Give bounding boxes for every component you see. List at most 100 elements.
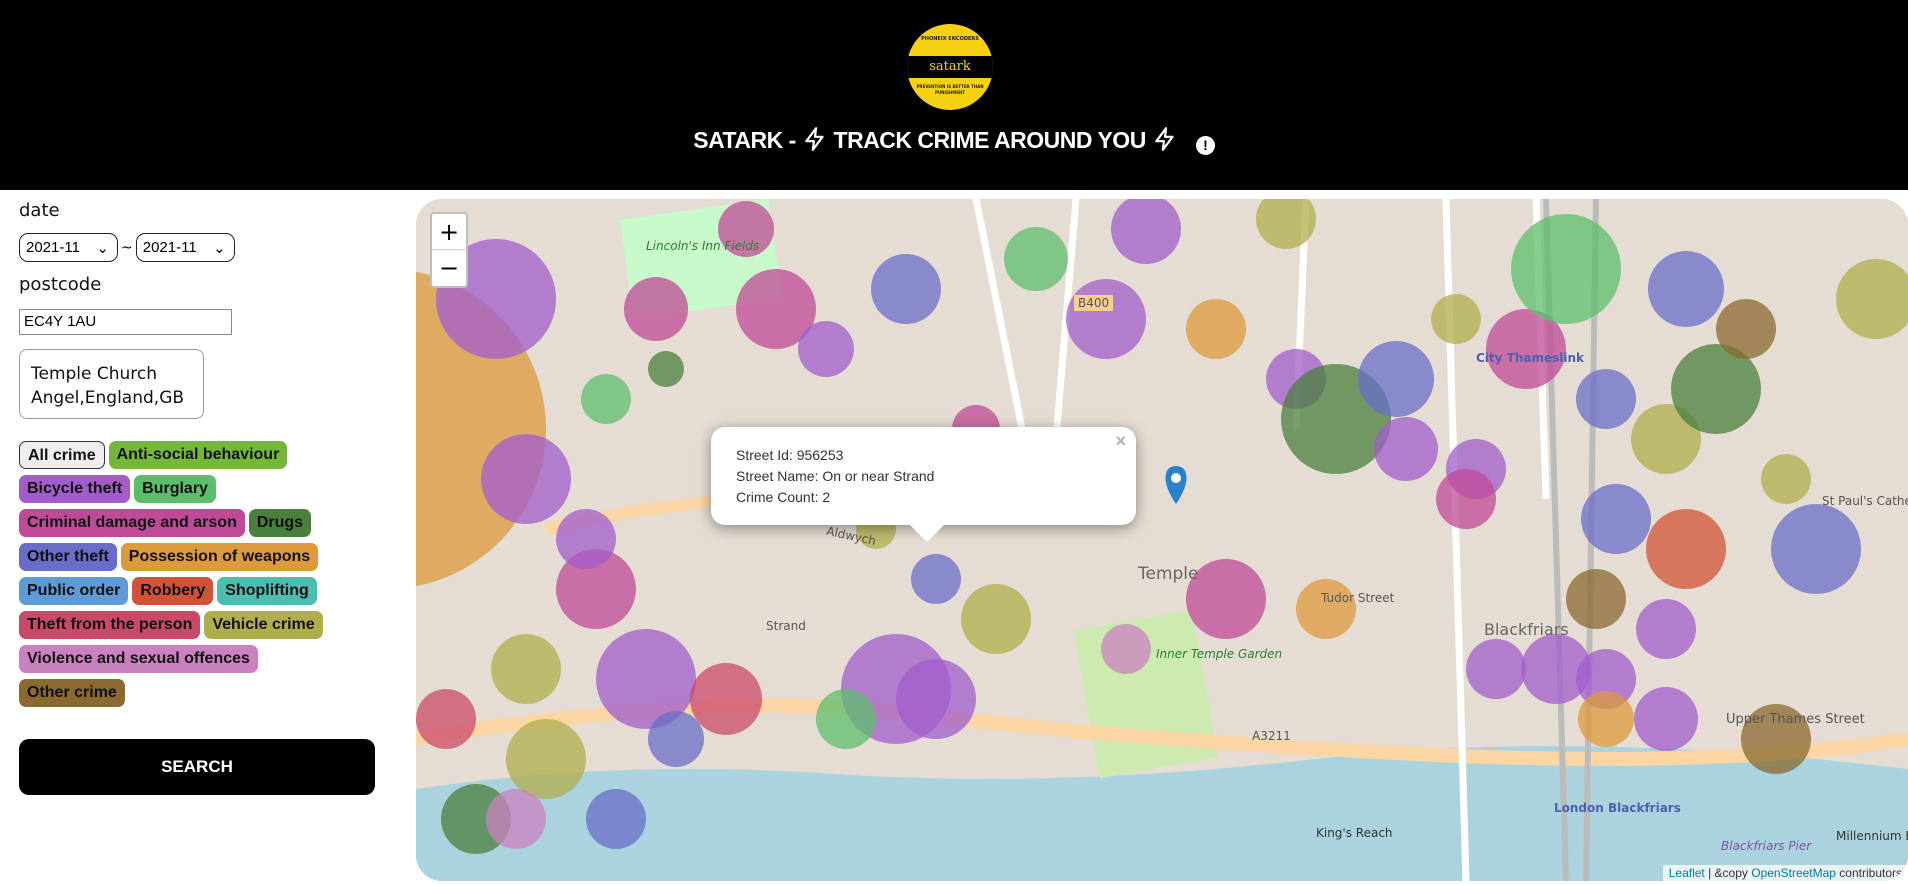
map-label: London Blackfriars (1554, 801, 1681, 815)
crime-circle[interactable] (556, 509, 616, 569)
crime-circle[interactable] (896, 659, 976, 739)
map-label: King's Reach (1316, 826, 1393, 840)
crime-circle[interactable] (1186, 299, 1246, 359)
map-tiles[interactable] (416, 199, 1908, 881)
satark-logo: PHONEIX ENCODERS satark PREVENTION IS BE… (907, 24, 993, 110)
map-label: Strand (766, 619, 806, 633)
crime-category-tag[interactable]: Drugs (248, 509, 312, 537)
map-label: Temple (1138, 564, 1199, 584)
page-title: SATARK - TRACK CRIME AROUND YOU ! (0, 126, 1908, 155)
crime-category-tag[interactable]: Other theft (19, 543, 117, 571)
crime-circle[interactable] (690, 663, 762, 735)
crime-circle[interactable] (1436, 469, 1496, 529)
crime-category-tag[interactable]: Possession of weapons (120, 543, 319, 571)
crime-circle[interactable] (1648, 251, 1724, 327)
crime-circle[interactable] (1511, 214, 1621, 324)
crime-category-tag[interactable]: Burglary (134, 475, 216, 503)
logo-top-text: PHONEIX ENCODERS (921, 36, 979, 42)
crime-circle[interactable] (1771, 504, 1861, 594)
crime-circle[interactable] (1716, 299, 1776, 359)
crime-circle[interactable] (1581, 484, 1651, 554)
map-label: City Thameslink (1476, 351, 1585, 365)
location-line-1: Temple Church (31, 364, 158, 384)
crime-category-tag[interactable]: All crime (19, 441, 105, 469)
crime-circle[interactable] (871, 254, 941, 324)
crime-circle[interactable] (1101, 624, 1151, 674)
crime-map[interactable]: Lincoln's Inn Fields Temple Blackfriars … (416, 199, 1908, 881)
crime-category-tag[interactable]: Shoplifting (217, 577, 317, 605)
crime-circle[interactable] (1761, 454, 1811, 504)
map-label: Upper Thames Street (1726, 712, 1865, 727)
crime-circle[interactable] (1358, 341, 1434, 417)
leaflet-link[interactable]: Leaflet (1669, 866, 1705, 880)
crime-circle[interactable] (1521, 634, 1591, 704)
crime-category-tag[interactable]: Criminal damage and arson (19, 509, 245, 537)
crime-circle[interactable] (506, 719, 586, 799)
crime-circle[interactable] (648, 711, 704, 767)
lightning-icon (1154, 127, 1174, 151)
osm-link[interactable]: OpenStreetMap (1751, 866, 1836, 880)
crime-circle[interactable] (1466, 639, 1526, 699)
zoom-in-button[interactable]: + (432, 214, 466, 250)
crime-circle[interactable] (816, 689, 876, 749)
crime-category-tag[interactable]: Violence and sexual offences (19, 645, 258, 673)
date-from-value: 2021-11 (26, 239, 80, 256)
chevron-down-icon: ⌄ (213, 239, 226, 257)
crime-circle[interactable] (648, 351, 684, 387)
crime-circle[interactable] (624, 277, 688, 341)
crime-circle[interactable] (1374, 417, 1438, 481)
crime-category-tag[interactable]: Anti-social behaviour (108, 441, 288, 469)
header: PHONEIX ENCODERS satark PREVENTION IS BE… (0, 0, 1908, 190)
crime-circle[interactable] (1004, 227, 1068, 291)
map-label: Inner Temple Garden (1156, 647, 1283, 661)
attribution-tail: contributors (1835, 866, 1902, 880)
title-text: TRACK CRIME AROUND YOU (827, 127, 1152, 153)
crime-circle[interactable] (961, 584, 1031, 654)
postcode-label: postcode (19, 274, 102, 295)
map-label: Millennium Bridge (1836, 829, 1908, 843)
search-button[interactable]: SEARCH (19, 739, 375, 795)
crime-category-tag[interactable]: Theft from the person (19, 611, 201, 639)
crime-category-tag[interactable]: Public order (19, 577, 129, 605)
crime-circle[interactable] (1576, 369, 1636, 429)
crime-circle[interactable] (1566, 569, 1626, 629)
close-icon[interactable]: × (1115, 431, 1126, 452)
crime-circle[interactable] (1296, 579, 1356, 639)
logo-band-text: satark (907, 56, 993, 78)
crime-circle[interactable] (1634, 687, 1698, 751)
crime-category-tag[interactable]: Vehicle crime (204, 611, 323, 639)
date-from-select[interactable]: 2021-11 ⌄ (19, 233, 118, 262)
map-label: Blackfriars Pier (1721, 839, 1812, 853)
popup-street-id: Street Id: 956253 (736, 447, 844, 463)
crime-circle[interactable] (911, 554, 961, 604)
chevron-down-icon: ⌄ (96, 239, 109, 257)
date-separator: ~ (121, 239, 133, 256)
crime-circle[interactable] (1636, 599, 1696, 659)
info-icon[interactable]: ! (1195, 136, 1215, 155)
map-label: Tudor Street (1321, 591, 1395, 605)
crime-circle[interactable] (481, 434, 571, 524)
crime-circle[interactable] (1646, 509, 1726, 589)
crime-category-tag[interactable]: Robbery (132, 577, 214, 605)
crime-circle[interactable] (416, 689, 476, 749)
date-to-select[interactable]: 2021-11 ⌄ (135, 233, 235, 262)
crime-circle[interactable] (486, 789, 546, 849)
crime-circle[interactable] (1431, 294, 1481, 344)
crime-circle[interactable] (1578, 691, 1634, 747)
crime-circle[interactable] (798, 321, 854, 377)
postcode-input[interactable]: EC4Y 1AU (19, 309, 232, 335)
zoom-out-button[interactable]: − (432, 250, 466, 286)
map-attribution: Leaflet | &copy OpenStreetMap contributo… (1662, 865, 1908, 881)
crime-circle[interactable] (491, 634, 561, 704)
crime-category-list: All crime Anti-social behaviour Bicycle th… (19, 441, 349, 713)
crime-category-tag[interactable]: Bicycle theft (19, 475, 131, 503)
logo-bottom-text: PREVENTION IS BETTER THAN PUNISHMENT (916, 84, 984, 95)
map-label: A3211 (1252, 729, 1291, 743)
date-label: date (19, 200, 60, 221)
crime-circle[interactable] (1066, 279, 1146, 359)
date-to-value: 2021-11 (142, 239, 197, 256)
crime-category-tag[interactable]: Other crime (19, 679, 125, 707)
crime-circle[interactable] (586, 789, 646, 849)
attribution-separator: | &copy (1704, 866, 1752, 880)
crime-circle[interactable] (581, 374, 631, 424)
